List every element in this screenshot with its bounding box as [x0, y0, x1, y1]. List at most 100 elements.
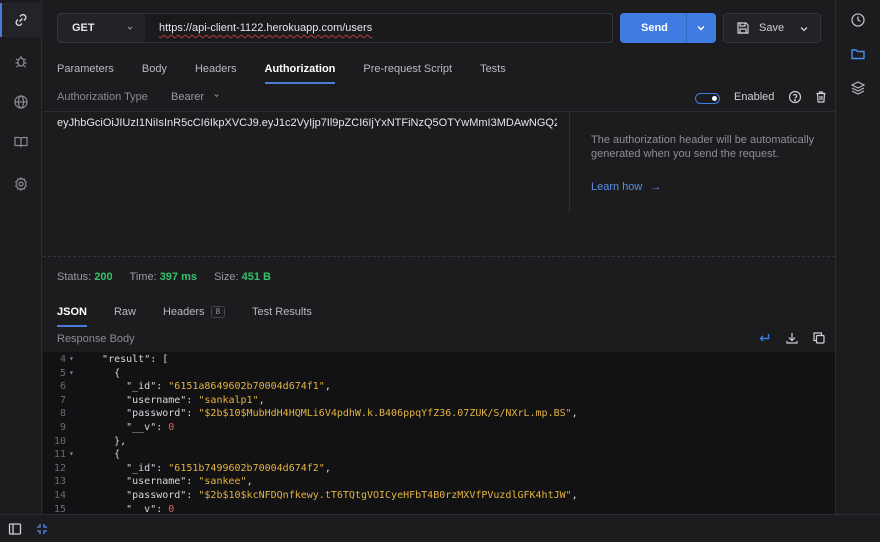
tab-test-results[interactable]: Test Results [252, 303, 312, 327]
globe-icon[interactable] [0, 85, 42, 119]
enabled-toggle[interactable] [695, 93, 720, 104]
code-line: 15 "__v": 0 [43, 504, 835, 514]
collapse-icon[interactable] [33, 521, 51, 537]
tab-parameters[interactable]: Parameters [57, 60, 114, 84]
time-value: 397 ms [159, 271, 197, 283]
auth-info-panel: The authorization header will be automat… [570, 111, 835, 213]
line-number: 5 [59, 367, 66, 379]
link-icon[interactable] [0, 3, 42, 37]
line-number: 14 [53, 490, 66, 501]
tab-headers[interactable]: Headers [195, 60, 237, 84]
folder-icon[interactable] [836, 37, 880, 71]
bug-icon[interactable] [0, 44, 42, 78]
panel-splitter[interactable] [43, 256, 835, 257]
line-number: 6 [59, 381, 66, 393]
auth-type-value: Bearer [171, 91, 205, 103]
tab-response-headers[interactable]: Headers 8 [162, 303, 226, 327]
clock-icon[interactable] [836, 3, 880, 37]
gear-icon[interactable] [0, 167, 42, 201]
code-text: }, [90, 435, 127, 447]
tab-pre-request-script[interactable]: Pre-request Script [363, 60, 452, 84]
download-icon[interactable] [785, 331, 799, 348]
arrow-right-icon: → [650, 181, 662, 193]
code-text: "result": [ [102, 354, 169, 365]
code-text: "password": "$2b$10$MubHdH4HQMLi6V4pdhW.… [126, 408, 578, 420]
auth-type-select[interactable]: Bearer [171, 91, 221, 103]
code-line: 7 "username": "sankalp1", [43, 395, 835, 409]
tab-body[interactable]: Body [142, 60, 167, 84]
line-number: 9 [59, 422, 66, 433]
url-value: https://api-client-1122.herokuapp.com/us… [159, 22, 373, 34]
learn-how-label: Learn how [591, 181, 643, 193]
code-text: "_id": "6151b7499602b70004d674f2", [126, 462, 331, 474]
line-number: 8 [59, 408, 66, 420]
learn-how-link[interactable]: Learn how → [591, 181, 661, 193]
time-label: Time: [129, 271, 157, 283]
method-value: GET [72, 22, 95, 34]
line-number: 11 [53, 449, 66, 461]
code-line: 12 "_id": "6151b7499602b70004d674f2", [43, 463, 835, 477]
code-line: 10 }, [43, 436, 835, 450]
tab-raw[interactable]: Raw [114, 303, 136, 327]
save-label: Save [759, 22, 785, 34]
code-line: 13 "username": "sankee", [43, 476, 835, 490]
fold-toggle-icon[interactable]: ▾ [69, 354, 74, 363]
line-number: 10 [53, 435, 66, 447]
auth-type-row: Authorization Type Bearer Enabled [57, 90, 835, 108]
response-status: Status: 200 Time: 397 ms Size: 451 B [57, 271, 285, 283]
book-icon[interactable] [0, 125, 42, 159]
tab-json[interactable]: JSON [57, 303, 87, 327]
bottom-bar [0, 514, 880, 542]
token-input[interactable]: eyJhbGciOiJIUzI1NiIsInR5cCI6IkpXVCJ9.eyJ… [43, 111, 570, 213]
code-line: 4 ▾ "result": [ [43, 354, 835, 368]
code-line: 9 "__v": 0 [43, 422, 835, 436]
url-input[interactable]: https://api-client-1122.herokuapp.com/us… [145, 13, 613, 43]
line-number: 4 [59, 354, 66, 365]
tab-response-headers-label: Headers [162, 306, 205, 318]
size-label: Size: [214, 271, 239, 283]
fold-toggle-icon[interactable]: ▾ [69, 368, 74, 377]
enabled-label: Enabled [734, 91, 775, 103]
send-button[interactable]: Send [620, 13, 716, 43]
send-label: Send [641, 22, 668, 34]
line-number: 12 [53, 462, 66, 474]
line-number: 7 [59, 394, 66, 406]
line-number: 13 [53, 476, 66, 488]
code-line: 14 "password": "$2b$10$kcNFDQnfkewy.tT6T… [43, 490, 835, 504]
auth-type-label: Authorization Type [57, 91, 148, 103]
token-value: eyJhbGciOiJIUzI1NiIsInR5cCI6IkpXVCJ9.eyJ… [57, 117, 557, 129]
code-text: "__v": 0 [126, 503, 175, 514]
response-json-viewer[interactable]: 4 ▾ "result": [5 ▾ {6 "_id": "6151a8649602… [43, 352, 835, 514]
chevron-down-icon[interactable] [695, 22, 707, 37]
response-body-label: Response Body [57, 333, 135, 345]
code-text: { [90, 367, 121, 379]
size-value: 451 B [241, 271, 271, 283]
chevron-down-icon[interactable] [798, 23, 810, 38]
method-select[interactable]: GET [57, 13, 146, 43]
tab-tests[interactable]: Tests [480, 60, 506, 84]
help-icon[interactable] [788, 90, 802, 107]
save-button[interactable]: Save [723, 13, 821, 43]
right-sidebar [835, 0, 880, 514]
copy-icon[interactable] [812, 331, 826, 348]
layers-icon[interactable] [836, 71, 880, 105]
wrap-lines-icon[interactable] [757, 331, 771, 348]
fold-toggle-icon[interactable]: ▾ [69, 449, 74, 458]
code-line: 11 ▾ { [43, 449, 835, 463]
send-divider [686, 13, 687, 43]
tab-authorization[interactable]: Authorization [264, 60, 335, 84]
status-value: 200 [94, 271, 113, 283]
sidebar-toggle-icon[interactable] [6, 521, 24, 537]
code-text: "__v": 0 [126, 422, 175, 433]
code-line: 8 "password": "$2b$10$MubHdH4HQMLi6V4pdh… [43, 408, 835, 422]
left-sidebar [0, 0, 42, 514]
headers-count-badge: 8 [210, 306, 226, 319]
code-text: "username": "sankalp1", [126, 394, 265, 406]
line-number: 15 [53, 503, 66, 514]
trash-icon[interactable] [814, 90, 828, 107]
chevron-down-icon [212, 91, 221, 103]
auth-info-text: The authorization header will be automat… [591, 134, 815, 160]
code-line: 6 "_id": "6151a8649602b70004d674f1", [43, 381, 835, 395]
code-text: "username": "sankee", [126, 476, 253, 488]
code-text: "_id": "6151a8649602b70004d674f1", [126, 381, 331, 393]
